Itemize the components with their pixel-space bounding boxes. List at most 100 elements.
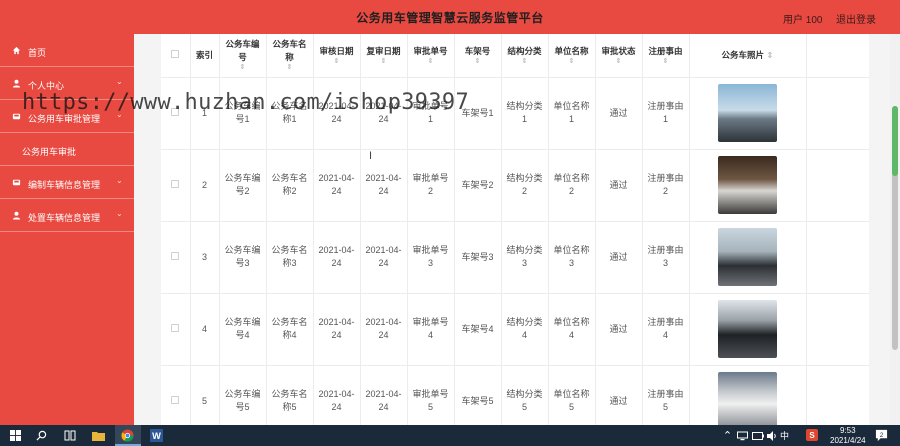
vehicle-name-cell: 公务车名称3 (266, 221, 314, 294)
vehicle-photo[interactable] (718, 372, 777, 425)
current-user[interactable]: 用户 100 (783, 11, 822, 26)
row-select-cell[interactable] (161, 149, 191, 222)
sort-icon[interactable]: ⇕ (223, 64, 263, 72)
row-select-cell[interactable] (161, 221, 191, 294)
approval-status-cell: 通过 (595, 149, 643, 222)
registration-reason-cell: 注册事由1 (642, 77, 690, 150)
logout-link[interactable]: 退出登录 (836, 11, 876, 26)
file-explorer-icon[interactable] (91, 428, 106, 443)
scroll-indicator (892, 106, 898, 176)
watermark-text: https://www.huzhan.com/ishop39397 (22, 90, 469, 115)
chevron-down-icon: ⌄ (116, 176, 123, 185)
vertical-scrollbar[interactable] (890, 34, 900, 425)
approval-number-cell: 审批单号2 (407, 149, 455, 222)
volume-icon[interactable] (765, 428, 780, 443)
select-all-checkbox[interactable] (171, 49, 180, 58)
sort-icon[interactable]: ⇕ (317, 58, 357, 66)
row-select-cell[interactable] (161, 365, 191, 425)
sort-icon[interactable]: ⇕ (599, 58, 639, 66)
frame-number-cell: 车架号4 (454, 293, 502, 366)
table-row[interactable]: 4 公务车编号4 公务车名称4 2021-04-24 2021-04-24 审批单号4 车架… (161, 293, 869, 366)
review-date-cell: 2021-04-24 (313, 365, 361, 425)
column-header[interactable]: 公务车照片 ⇕ (689, 34, 807, 78)
sidebar-item-label: 处置车辆信息管理 (28, 213, 101, 223)
sidebar-item-disposal-vehicle-management[interactable]: 处置车辆信息管理 ⌄ (0, 199, 134, 232)
task-view-icon[interactable] (62, 428, 77, 443)
table-row[interactable]: 5 公务车编号5 公务车名称5 2021-04-24 2021-04-24 审批单号5 车架… (161, 365, 869, 425)
sort-icon[interactable]: ⇕ (505, 58, 545, 66)
page-title: 公务用车管理智慧云服务监管平台 (356, 11, 544, 25)
index-cell: 4 (190, 293, 220, 366)
review-date-cell: 2021-04-24 (313, 293, 361, 366)
app-tray-icon[interactable]: S (806, 429, 818, 441)
select-all-cell[interactable] (161, 34, 191, 78)
chrome-icon[interactable] (120, 428, 135, 443)
sidebar-item-home[interactable]: 首页 (0, 34, 134, 67)
recheck-date-cell: 2021-04-24 (360, 149, 408, 222)
column-header[interactable]: 审批单号 ⇕ (407, 34, 455, 78)
column-header[interactable]: 车架号 ⇕ (454, 34, 502, 78)
tray-chevron-up-icon[interactable]: ⌃ (720, 428, 735, 443)
table-row[interactable]: 3 公务车编号3 公务车名称3 2021-04-24 2021-04-24 审批单号3 车架… (161, 221, 869, 294)
chevron-down-icon: ⌄ (116, 209, 123, 218)
column-header[interactable]: 公务车编号 ⇕ (219, 34, 267, 78)
table-row[interactable]: 2 公务车编号2 公务车名称2 2021-04-24 2021-04-24 审批单号2 车架… (161, 149, 869, 222)
vehicle-code-cell: 公务车编号4 (219, 293, 267, 366)
svg-text:W: W (152, 431, 161, 441)
column-header[interactable]: 注册事由 ⇕ (642, 34, 690, 78)
vehicle-photo[interactable] (718, 300, 777, 358)
car-icon (12, 178, 21, 187)
approval-number-cell: 审批单号3 (407, 221, 455, 294)
vehicle-name-cell: 公务车名称2 (266, 149, 314, 222)
column-header[interactable]: 复审日期 ⇕ (360, 34, 408, 78)
vehicle-code-cell: 公务车编号5 (219, 365, 267, 425)
approval-status-cell: 通过 (595, 365, 643, 425)
sidebar-subitem-vehicle-approval[interactable]: 公务用车审批 (0, 133, 134, 166)
sort-icon[interactable]: ⇕ (364, 58, 404, 66)
column-header[interactable]: 结构分类 ⇕ (501, 34, 549, 78)
unit-name-cell: 单位名称4 (548, 293, 596, 366)
category-cell: 结构分类1 (501, 77, 549, 150)
row-actions-cell (806, 77, 869, 150)
column-header-actions (806, 34, 869, 78)
network-icon[interactable] (735, 428, 750, 443)
home-icon (12, 46, 21, 55)
sidebar-item-label: 公务用车审批 (22, 147, 77, 157)
row-checkbox[interactable] (171, 179, 180, 188)
column-header[interactable]: 审批状态 ⇕ (595, 34, 643, 78)
windows-start-icon[interactable] (8, 428, 23, 443)
battery-icon[interactable] (750, 428, 765, 443)
word-icon[interactable]: W (149, 428, 164, 443)
unit-name-cell: 单位名称2 (548, 149, 596, 222)
registration-reason-cell: 注册事由2 (642, 149, 690, 222)
index-cell: 2 (190, 149, 220, 222)
recheck-date-cell: 2021-04-24 (360, 365, 408, 425)
vehicle-photo[interactable] (718, 228, 777, 286)
sort-icon[interactable]: ⇕ (646, 58, 686, 66)
sort-icon[interactable]: ⇕ (270, 64, 310, 72)
row-select-cell[interactable] (161, 293, 191, 366)
row-checkbox[interactable] (171, 251, 180, 260)
vehicle-photo-cell (689, 221, 807, 294)
row-checkbox[interactable] (171, 323, 180, 332)
table-header-row: 索引 公务车编号 ⇕ 公务车名称 ⇕ 审核日期 ⇕ 复审日期 ⇕ 审批单号 ⇕ 车架号 ⇕ … (161, 34, 869, 78)
sidebar-item-vehicle-info-management[interactable]: 编制车辆信息管理 ⌄ (0, 166, 134, 199)
clock-time[interactable]: 9:53 (840, 426, 856, 435)
column-header[interactable]: 索引 (190, 34, 220, 78)
unit-name-cell: 单位名称1 (548, 77, 596, 150)
column-header[interactable]: 单位名称 ⇕ (548, 34, 596, 78)
notification-icon[interactable]: 2 (874, 428, 889, 443)
ime-indicator[interactable]: 中 (780, 429, 789, 442)
vehicle-name-cell: 公务车名称5 (266, 365, 314, 425)
column-header[interactable]: 审核日期 ⇕ (313, 34, 361, 78)
vehicle-photo[interactable] (718, 156, 777, 214)
sort-icon[interactable]: ⇕ (766, 50, 773, 60)
row-checkbox[interactable] (171, 395, 180, 404)
search-icon[interactable] (34, 428, 49, 443)
clock-date[interactable]: 2021/4/24 (830, 436, 866, 445)
sort-icon[interactable]: ⇕ (552, 58, 592, 66)
column-header[interactable]: 公务车名称 ⇕ (266, 34, 314, 78)
sort-icon[interactable]: ⇕ (411, 58, 451, 66)
vehicle-photo[interactable] (718, 84, 777, 142)
sort-icon[interactable]: ⇕ (458, 58, 498, 66)
